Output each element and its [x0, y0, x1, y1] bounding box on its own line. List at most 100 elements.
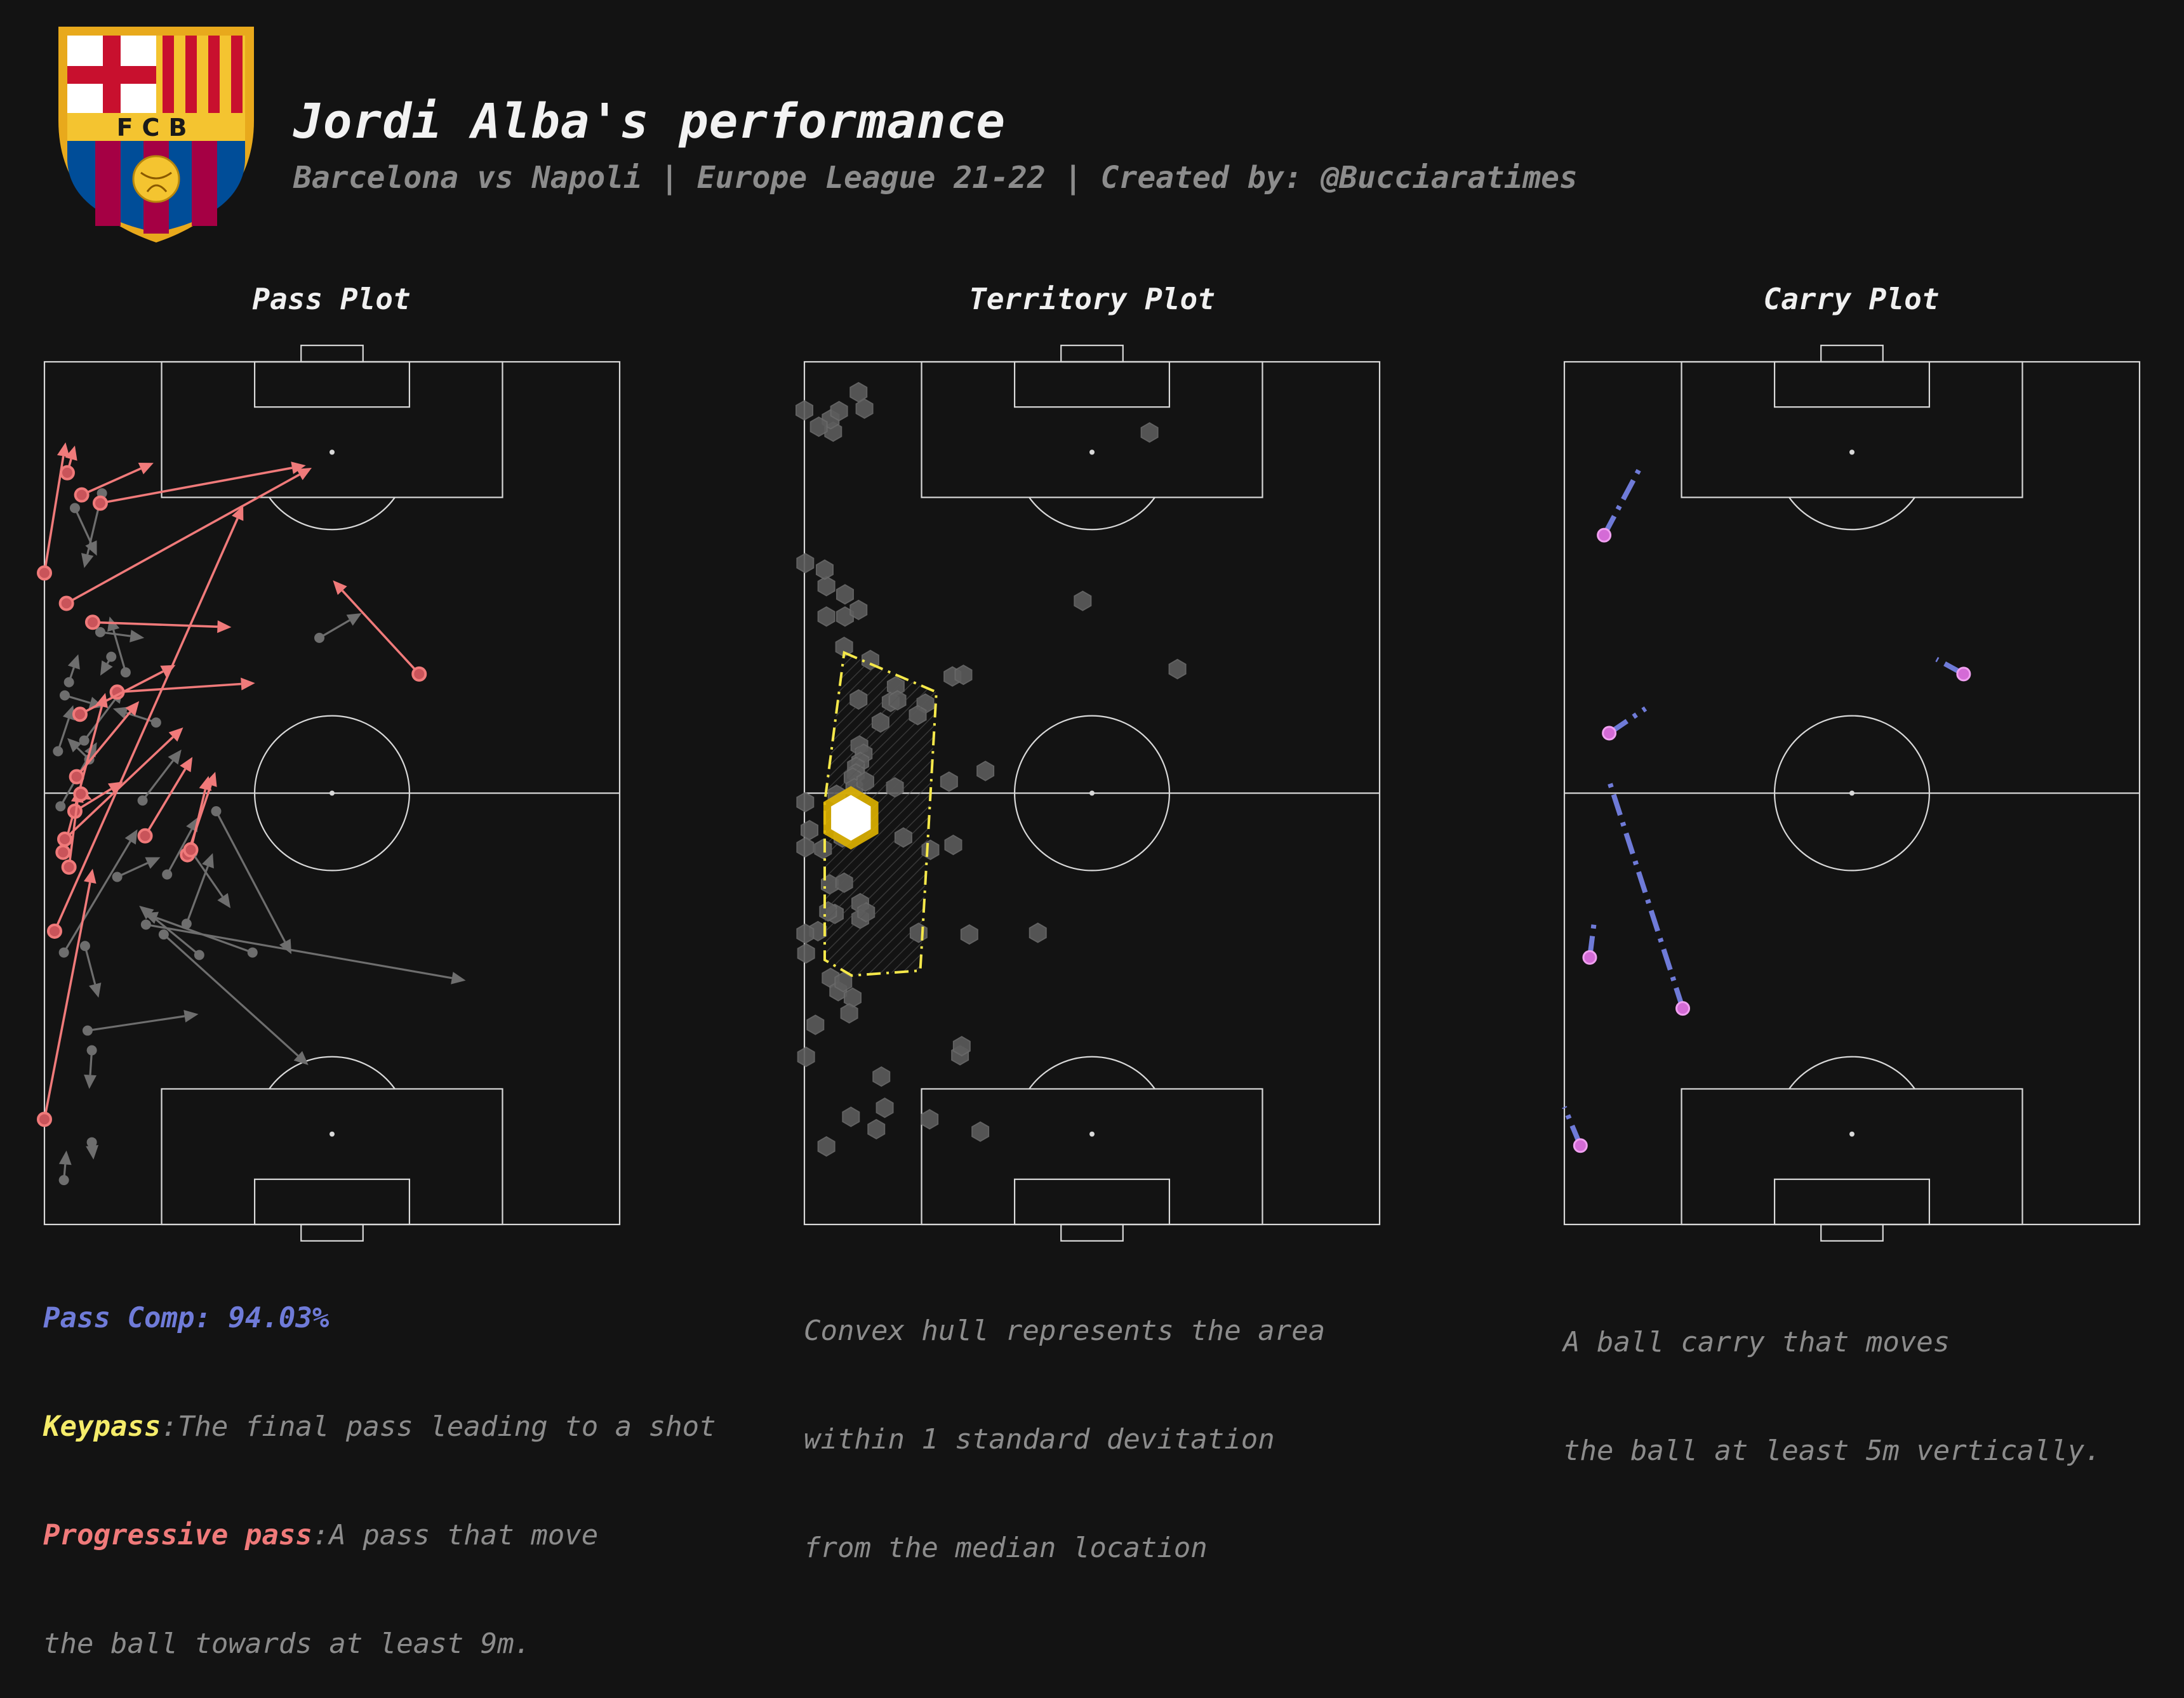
territory-hexbin [954, 664, 973, 686]
territory-hexbin [809, 416, 828, 437]
pass-start-point [194, 950, 204, 960]
figure-canvas: FCB [37, 27, 2141, 1242]
progressive-pass-arrow-line [53, 517, 239, 932]
territory-hexbin [876, 1098, 894, 1118]
pass-arrow-head [183, 1009, 199, 1023]
figure-subtitle: Barcelona vs Napoli | Europe League 21-2… [293, 160, 1578, 196]
carry-start-point [1597, 527, 1612, 543]
territory-hexbin [806, 1014, 825, 1035]
keypass-desc: :The final pass leading to a shot [161, 1410, 716, 1443]
progressive-pass-start [46, 923, 62, 939]
territory-hexbin [952, 1035, 971, 1057]
progressive-pass-start [92, 495, 108, 511]
penalty-spot [330, 1131, 335, 1137]
progressive-pass-start [183, 842, 199, 858]
pass-start-point [82, 1025, 93, 1036]
progressive-pass-arrow-head [180, 757, 193, 773]
territory-hexbin [830, 401, 848, 421]
territory-hexbin [872, 1066, 891, 1087]
pass-start-point [112, 872, 123, 882]
territory-hexbin [843, 987, 862, 1008]
pass-start-point [247, 947, 258, 958]
progressive-pass-arrow-line [341, 590, 420, 675]
pass-arrow-line [163, 933, 299, 1057]
pass-start-point [211, 806, 222, 816]
pass-start-point [63, 677, 74, 687]
carry-note-line: A ball carry that moves [1563, 1326, 1950, 1358]
carry-start-point [1582, 950, 1597, 965]
pass-arrow-line [319, 619, 350, 639]
carry-line [1606, 777, 1686, 1009]
territory-hexbin [1168, 658, 1187, 680]
top-six-yard-box [253, 361, 411, 408]
progressive-pass-start [61, 859, 77, 875]
progressive-pass-start [137, 828, 153, 844]
progressive-pass-arrow-head [217, 620, 232, 633]
top-penalty-arc [1788, 496, 1915, 531]
progressive-pass-arrow-line [81, 467, 142, 496]
progressive-pass-start [55, 844, 71, 860]
progressive-pass-start [84, 614, 100, 630]
pass-arrow-line [112, 629, 127, 673]
territory-note: Convex hull represents the area within 1… [804, 1240, 1325, 1602]
keypass-label: Keypass [43, 1410, 161, 1443]
territory-hexbin [976, 760, 995, 781]
progressive-pass-start [59, 465, 75, 481]
territory-hexbin [1029, 922, 1047, 943]
progressive-desc-2: the ball towards at least 9m. [43, 1628, 531, 1660]
pass-arrow-head [89, 982, 102, 998]
pass-arrow-head [67, 654, 80, 670]
territory-hexbin [1140, 422, 1159, 443]
territory-hexbin [944, 834, 962, 856]
bottom-goal [1060, 1223, 1124, 1242]
carry-note-line: the ball at least 5m vertically. [1563, 1435, 2101, 1467]
territory-hexbin [940, 771, 958, 792]
pass-start-point [69, 503, 80, 514]
top-goal [1060, 345, 1124, 363]
pass-plot [37, 345, 621, 1242]
territory-hexbin [797, 1046, 815, 1068]
territory-hexbin [867, 1118, 886, 1140]
pass-start-point [53, 746, 63, 757]
bottom-goal [1820, 1223, 1884, 1242]
pass-start-point [55, 801, 66, 812]
progressive-pass-start [37, 1111, 52, 1127]
territory-hexbin [796, 792, 815, 813]
centre-spot [1089, 790, 1095, 796]
territory-hexbin [796, 923, 815, 944]
territory-hexbin [1074, 590, 1092, 611]
figure-title: Jordi Alba's performance [293, 93, 1006, 149]
progressive-pass-start [411, 666, 427, 682]
progressive-pass-start [69, 769, 84, 785]
pass-arrow-line [63, 840, 131, 953]
pass-arrow-head [217, 892, 231, 908]
top-six-yard-box [1773, 361, 1931, 408]
territory-hexbin [921, 1109, 939, 1130]
pass-start-point [314, 632, 325, 643]
bottom-penalty-arc [1788, 1056, 1915, 1090]
territory-hexbin [801, 819, 818, 840]
pass-start-point [58, 947, 69, 958]
pass-arrow-head [81, 553, 94, 568]
bottom-six-yard-box [253, 1178, 411, 1226]
territory-hexbin [797, 943, 815, 964]
progressive-pass-arrow-head [83, 868, 97, 884]
top-penalty-arc [269, 496, 396, 531]
pass-arrow-head [84, 1074, 97, 1089]
pass-start-point [120, 667, 131, 678]
pass-arrow-line [156, 917, 253, 954]
penalty-spot [1849, 449, 1854, 455]
top-six-yard-box [1013, 361, 1171, 408]
pass-start-point [86, 1045, 97, 1056]
territory-hexbin [960, 924, 978, 945]
bottom-six-yard-box [1773, 1178, 1931, 1226]
progressive-pass-start [72, 706, 88, 722]
pass-legend: Pass Comp: 94.03% Keypass:The final pass… [43, 1228, 716, 1698]
pass-arrow-head [100, 660, 113, 676]
carry-start-point [1675, 1001, 1691, 1016]
pass-arrow-line [149, 913, 200, 956]
carry-line [1602, 464, 1644, 536]
pass-arrow-head [202, 852, 214, 869]
territory-note-line: from the median location [804, 1532, 1208, 1564]
pass-arrow-head [130, 630, 145, 642]
